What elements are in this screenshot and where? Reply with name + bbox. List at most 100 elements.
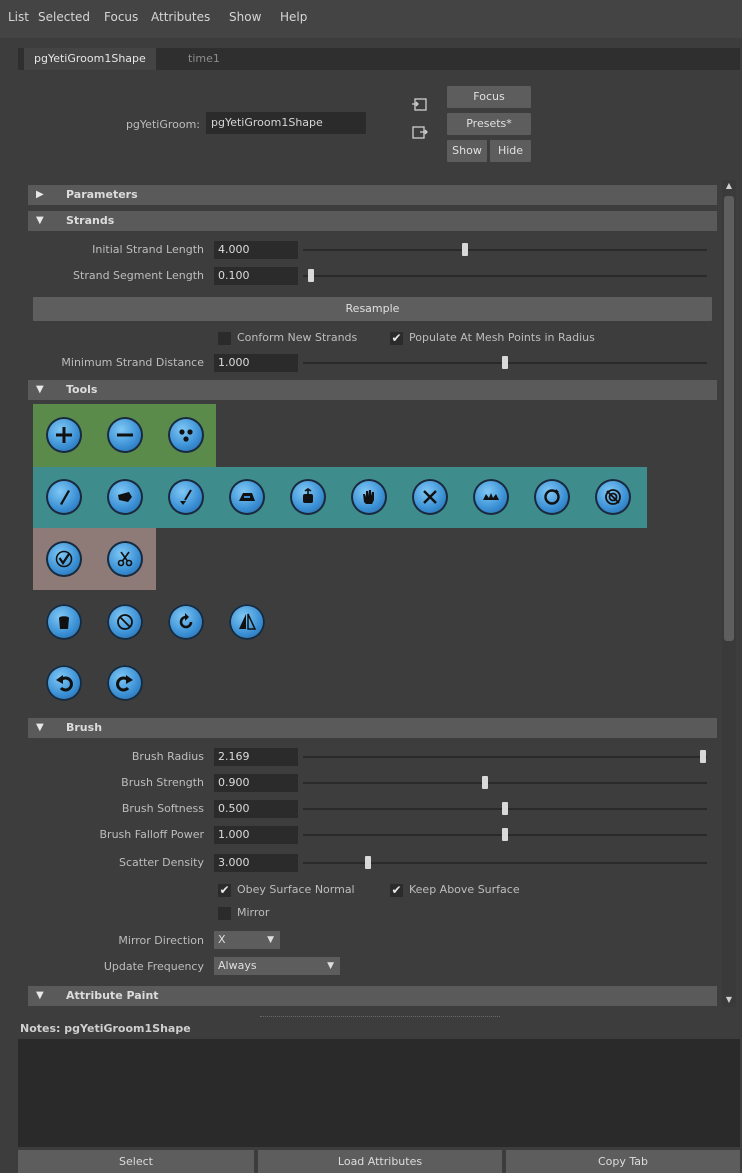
mirror-direction-dropdown[interactable]: X ▼ <box>214 931 280 949</box>
notes-node-name: pgYetiGroom1Shape <box>64 1022 191 1035</box>
notes-textarea[interactable] <box>18 1039 740 1147</box>
remove-strands-icon[interactable] <box>107 417 143 453</box>
strands-header[interactable]: ▼ Strands <box>28 211 717 231</box>
load-selected-icon[interactable] <box>410 95 430 115</box>
mirror-icon[interactable] <box>229 604 265 640</box>
grab-icon[interactable] <box>351 479 387 515</box>
scatter-density-slider[interactable] <box>303 856 707 869</box>
select-button[interactable]: Select <box>18 1150 254 1173</box>
show-button[interactable]: Show <box>447 140 487 162</box>
brush-radius-field[interactable]: 2.169 <box>214 748 298 766</box>
lift-icon[interactable] <box>290 479 326 515</box>
select-icon[interactable] <box>46 541 82 577</box>
attribute-paint-header[interactable]: ▼ Attribute Paint <box>28 986 717 1006</box>
initial-strand-length-label: Initial Strand Length <box>92 243 204 256</box>
menu-list[interactable]: List <box>8 10 29 24</box>
focus-button[interactable]: Focus <box>447 86 531 108</box>
attribute-paint-title: Attribute Paint <box>66 989 159 1002</box>
update-frequency-dropdown[interactable]: Always ▼ <box>214 957 340 975</box>
parameters-title: Parameters <box>66 188 138 201</box>
twist-icon[interactable] <box>595 479 631 515</box>
min-strand-distance-handle[interactable] <box>502 356 508 369</box>
collapse-down-icon: ▼ <box>36 384 44 395</box>
sculpt-icon[interactable] <box>168 479 204 515</box>
conform-new-strands-label: Conform New Strands <box>237 331 358 344</box>
brush-softness-slider[interactable] <box>303 802 707 815</box>
comb-icon[interactable] <box>46 479 82 515</box>
mirror-checkbox[interactable] <box>218 907 231 920</box>
brush-softness-field[interactable]: 0.500 <box>214 800 298 818</box>
scroll-up-icon[interactable]: ▲ <box>724 181 734 191</box>
notes-label: Notes: <box>20 1022 61 1035</box>
menu-attributes[interactable]: Attributes <box>151 10 210 24</box>
initial-strand-length-handle[interactable] <box>461 243 468 256</box>
scissors-icon[interactable] <box>107 541 143 577</box>
menu-bar: List Selected Focus Attributes Show Help <box>0 0 742 38</box>
strand-segment-length-slider[interactable] <box>303 269 707 282</box>
initial-strand-length-slider[interactable] <box>303 243 707 256</box>
brush-falloff-slider[interactable] <box>303 828 707 841</box>
undo-icon[interactable] <box>46 665 82 701</box>
menu-help[interactable]: Help <box>280 10 307 24</box>
scatter-density-handle[interactable] <box>364 856 371 869</box>
splitter-handle[interactable] <box>260 1016 500 1019</box>
cut-icon[interactable] <box>412 479 448 515</box>
brush-falloff-handle[interactable] <box>502 828 508 841</box>
chevron-down-icon: ▼ <box>327 961 334 971</box>
brush-header[interactable]: ▼ Brush <box>28 718 717 738</box>
brush-falloff-field[interactable]: 1.000 <box>214 826 298 844</box>
collapse-down-icon: ▼ <box>36 990 44 1001</box>
tab-time1[interactable]: time1 <box>178 48 230 70</box>
scroll-down-icon[interactable]: ▼ <box>724 995 734 1005</box>
copy-tab-button[interactable]: Copy Tab <box>506 1150 740 1173</box>
redo-icon[interactable] <box>107 665 143 701</box>
parameters-header[interactable]: ▶ Parameters <box>28 185 717 205</box>
min-strand-distance-slider[interactable] <box>303 356 707 369</box>
scatter-icon[interactable] <box>168 417 204 453</box>
tab-pgyetigroom1shape[interactable]: pgYetiGroom1Shape <box>24 48 156 70</box>
brush-radius-slider[interactable] <box>303 750 707 763</box>
menu-show[interactable]: Show <box>229 10 261 24</box>
obey-surface-normal-checkbox[interactable]: ✔ <box>218 884 231 897</box>
brush-strength-field[interactable]: 0.900 <box>214 774 298 792</box>
strand-segment-length-field[interactable]: 0.100 <box>214 267 298 285</box>
brush-strength-slider[interactable] <box>303 776 707 789</box>
keep-above-surface-checkbox[interactable]: ✔ <box>390 884 403 897</box>
conform-new-strands-checkbox[interactable] <box>218 332 231 345</box>
brush-strength-handle[interactable] <box>481 776 488 789</box>
iron-icon[interactable] <box>229 479 265 515</box>
tools-title: Tools <box>66 383 98 396</box>
rotate-icon[interactable] <box>534 479 570 515</box>
brush-radius-handle[interactable] <box>699 750 706 763</box>
load-attributes-button[interactable]: Load Attributes <box>258 1150 502 1173</box>
brush-title: Brush <box>66 721 103 734</box>
move-icon[interactable] <box>107 479 143 515</box>
refresh-icon[interactable] <box>168 604 204 640</box>
populate-mesh-points-checkbox[interactable]: ✔ <box>390 332 403 345</box>
update-frequency-value: Always <box>218 959 257 972</box>
clump-icon[interactable] <box>473 479 509 515</box>
brush-softness-handle[interactable] <box>502 802 508 815</box>
update-frequency-label: Update Frequency <box>103 960 204 973</box>
populate-mesh-points-label: Populate At Mesh Points in Radius <box>409 331 595 344</box>
presets-button[interactable]: Presets* <box>447 113 531 135</box>
strand-segment-length-handle[interactable] <box>308 269 315 282</box>
keep-above-surface-label: Keep Above Surface <box>409 883 520 896</box>
notes-heading: Notes: pgYetiGroom1Shape <box>20 1022 191 1035</box>
node-name-field[interactable]: pgYetiGroom1Shape <box>206 112 366 134</box>
fill-icon[interactable] <box>46 604 82 640</box>
scroll-thumb[interactable] <box>724 196 734 641</box>
resample-button[interactable]: Resample <box>33 297 712 321</box>
tools-header[interactable]: ▼ Tools <box>28 380 717 400</box>
collapse-down-icon: ▼ <box>36 215 44 226</box>
add-strands-icon[interactable] <box>46 417 82 453</box>
scatter-density-field[interactable]: 3.000 <box>214 854 298 872</box>
menu-selected[interactable]: Selected <box>38 10 90 24</box>
reset-icon[interactable] <box>107 604 143 640</box>
menu-focus[interactable]: Focus <box>104 10 138 24</box>
min-strand-distance-field[interactable]: 1.000 <box>214 354 298 372</box>
min-strand-distance-label: Minimum Strand Distance <box>61 356 204 369</box>
hide-button[interactable]: Hide <box>490 140 531 162</box>
copy-node-icon[interactable] <box>410 123 430 143</box>
initial-strand-length-field[interactable]: 4.000 <box>214 241 298 259</box>
